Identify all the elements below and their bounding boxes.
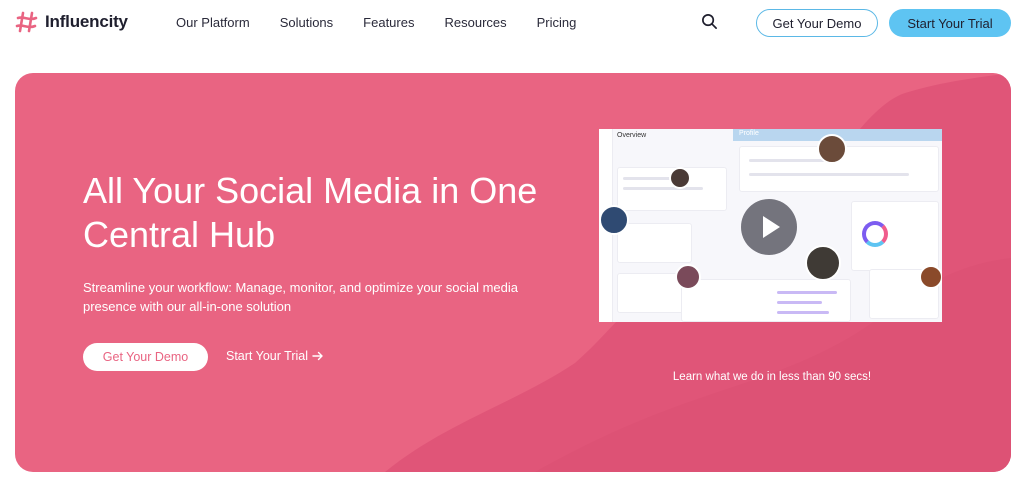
mockup-profile-label: Profile [739,130,759,137]
hero-start-trial-link[interactable]: Start Your Trial [226,349,324,363]
avatar [817,134,847,164]
mockup-overview-label: Overview [617,132,647,139]
avatar [599,205,629,235]
menu-item-our-platform[interactable]: Our Platform [176,15,250,30]
brand-name: Influencity [45,12,128,31]
mockup-map-panel [681,279,851,322]
nav-get-demo-button[interactable]: Get Your Demo [756,9,878,37]
nav-start-trial-button[interactable]: Start Your Trial [889,9,1011,37]
video-caption: Learn what we do in less than 90 secs! [672,371,872,383]
avatar [675,264,701,290]
hero-title: All Your Social Media in One Central Hub [83,170,538,255]
avatar [805,245,841,281]
product-video[interactable]: Profile Overview [599,129,942,322]
video-play-button[interactable] [741,199,797,255]
brand-logo[interactable]: Influencity [15,10,128,34]
avatar [669,167,691,189]
hero-start-trial-label: Start Your Trial [226,349,308,363]
menu-item-solutions[interactable]: Solutions [280,15,333,30]
hero-get-demo-button[interactable]: Get Your Demo [83,343,208,371]
menu-item-features[interactable]: Features [363,15,414,30]
logo-mark-icon [15,11,38,33]
hero-subtitle: Streamline your workflow: Manage, monito… [83,280,518,314]
search-icon[interactable] [701,13,718,30]
arrow-right-icon [312,351,323,361]
menu-item-pricing[interactable]: Pricing [537,15,577,30]
avatar [919,265,942,289]
menu-item-resources[interactable]: Resources [444,15,506,30]
top-navigation: Influencity Our Platform Solutions Featu… [0,0,1024,46]
main-menu: Our Platform Solutions Features Resource… [176,15,606,30]
play-icon [763,216,780,238]
mockup-donut-chart [862,221,888,247]
mockup-influencers-panel [617,223,692,263]
hero-section: All Your Social Media in One Central Hub… [15,73,1011,472]
